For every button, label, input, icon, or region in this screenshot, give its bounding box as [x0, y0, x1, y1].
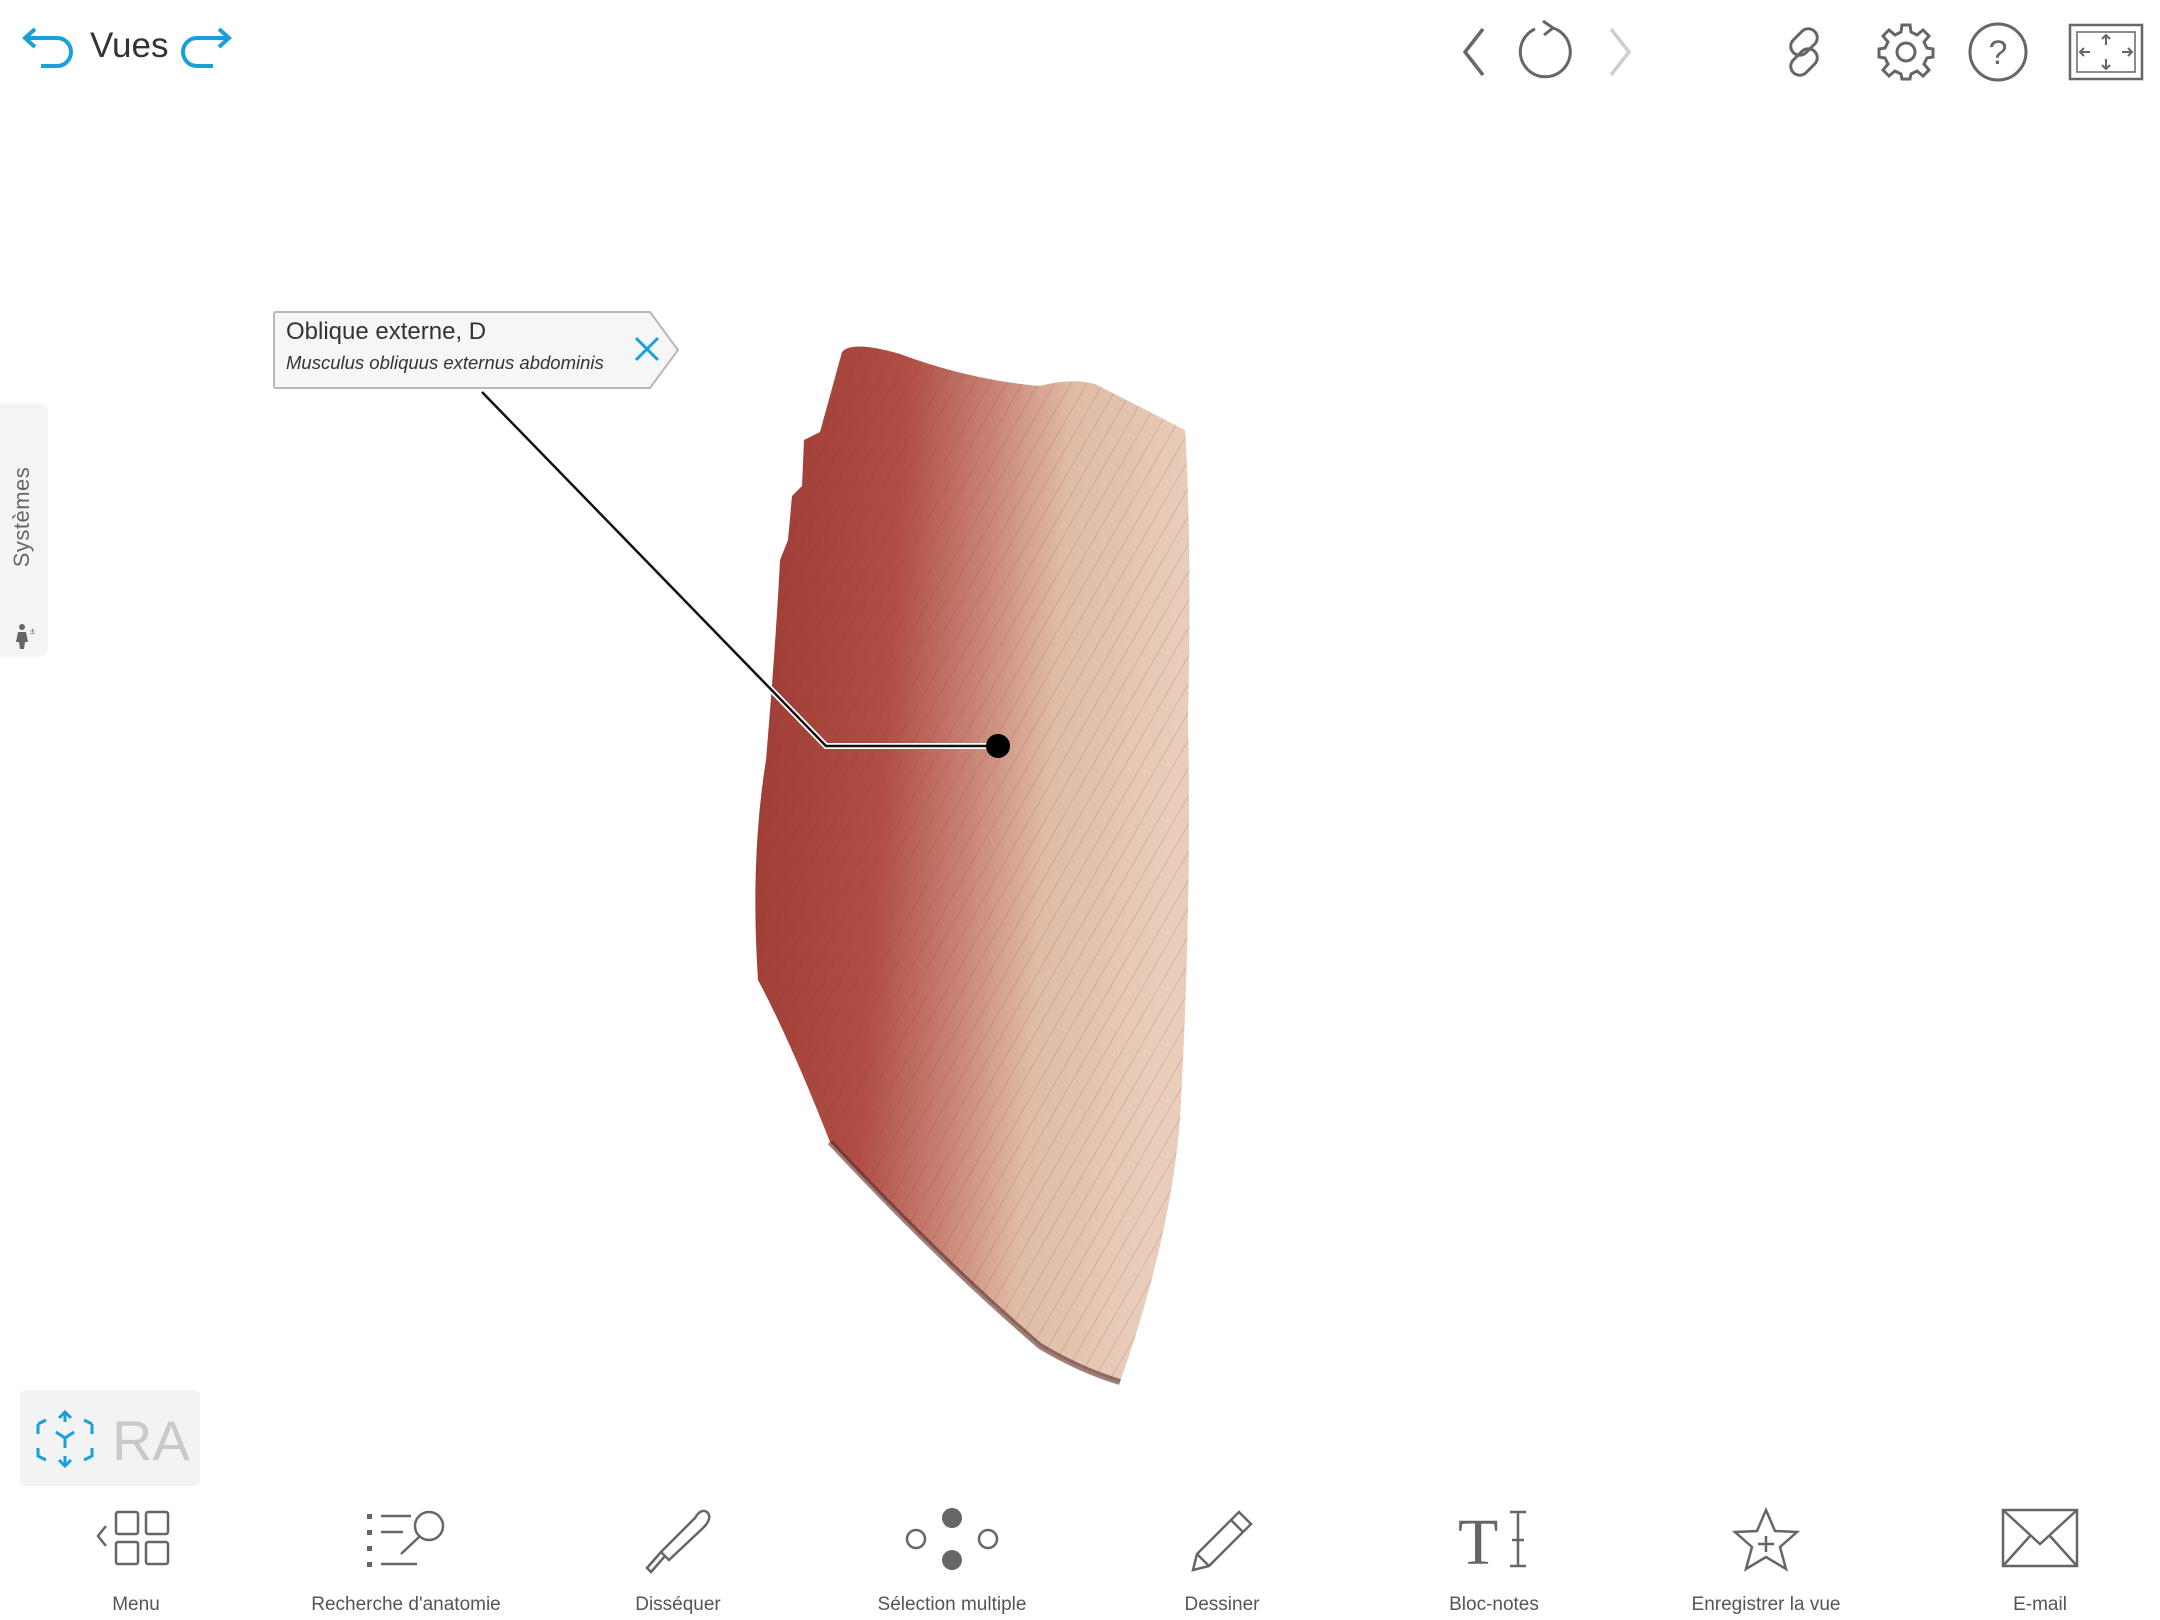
help-icon: ?: [1967, 21, 2029, 83]
toolbar-dissect[interactable]: Disséquer: [578, 1506, 778, 1620]
toolbar-multi-select[interactable]: Sélection multiple: [852, 1506, 1052, 1620]
label-pin[interactable]: [986, 734, 1010, 758]
ar-cube-icon: [32, 1404, 98, 1474]
fullscreen-button[interactable]: [2066, 20, 2146, 84]
toolbar-anatomy-search-label: Recherche d'anatomie: [311, 1594, 501, 1615]
text-notes-icon: T: [1456, 1506, 1532, 1572]
scalpel-icon: [643, 1506, 713, 1576]
reset-view-button[interactable]: [1512, 18, 1576, 84]
multi-select-icon: [904, 1506, 1000, 1572]
forward-view-button[interactable]: [1598, 22, 1642, 82]
settings-button[interactable]: [1874, 20, 1938, 84]
menu-grid-icon: [94, 1506, 178, 1570]
toolbar-save-view-label: Enregistrer la vue: [1691, 1594, 1841, 1615]
envelope-icon: [2000, 1506, 2080, 1570]
help-button[interactable]: ?: [1966, 20, 2030, 84]
gear-icon: [1875, 21, 1937, 83]
toolbar-menu[interactable]: Menu: [36, 1506, 236, 1620]
toolbar-draw-label: Dessiner: [1184, 1594, 1260, 1615]
pencil-icon: [1187, 1506, 1257, 1576]
back-view-button[interactable]: [1452, 22, 1496, 82]
anatomy-search-icon: [361, 1506, 451, 1570]
svg-text:T: T: [1458, 1506, 1498, 1572]
link-icon: [1775, 23, 1833, 81]
chevron-right-icon: [1605, 26, 1635, 78]
svg-text:?: ?: [1989, 34, 2008, 72]
toolbar-dissect-label: Disséquer: [635, 1594, 721, 1615]
link-button[interactable]: [1774, 22, 1834, 82]
label-leader-line: [0, 0, 1100, 800]
label-close-button[interactable]: [630, 332, 664, 366]
reset-rotate-icon: [1513, 19, 1575, 83]
ar-button[interactable]: RA: [20, 1390, 200, 1486]
toolbar-email[interactable]: E-mail: [1940, 1506, 2140, 1620]
fullscreen-icon: [2067, 21, 2145, 83]
save-view-star-icon: [1731, 1506, 1801, 1574]
toolbar-menu-label: Menu: [112, 1594, 160, 1615]
chevron-left-icon: [1459, 26, 1489, 78]
ar-label: RA: [112, 1409, 190, 1472]
toolbar-anatomy-search[interactable]: Recherche d'anatomie: [306, 1506, 506, 1620]
label-title: Oblique externe, D: [286, 318, 487, 345]
toolbar-save-view[interactable]: Enregistrer la vue: [1666, 1506, 1866, 1620]
label-latin-name: Musculus obliquus externus abdominis: [286, 352, 604, 373]
toolbar-notes-label: Bloc-notes: [1449, 1594, 1539, 1615]
toolbar-draw[interactable]: Dessiner: [1122, 1506, 1322, 1620]
toolbar-multi-select-label: Sélection multiple: [877, 1594, 1027, 1615]
toolbar-email-label: E-mail: [2013, 1594, 2067, 1615]
toolbar-notes[interactable]: T Bloc-notes: [1394, 1506, 1594, 1620]
close-icon: [632, 334, 662, 364]
